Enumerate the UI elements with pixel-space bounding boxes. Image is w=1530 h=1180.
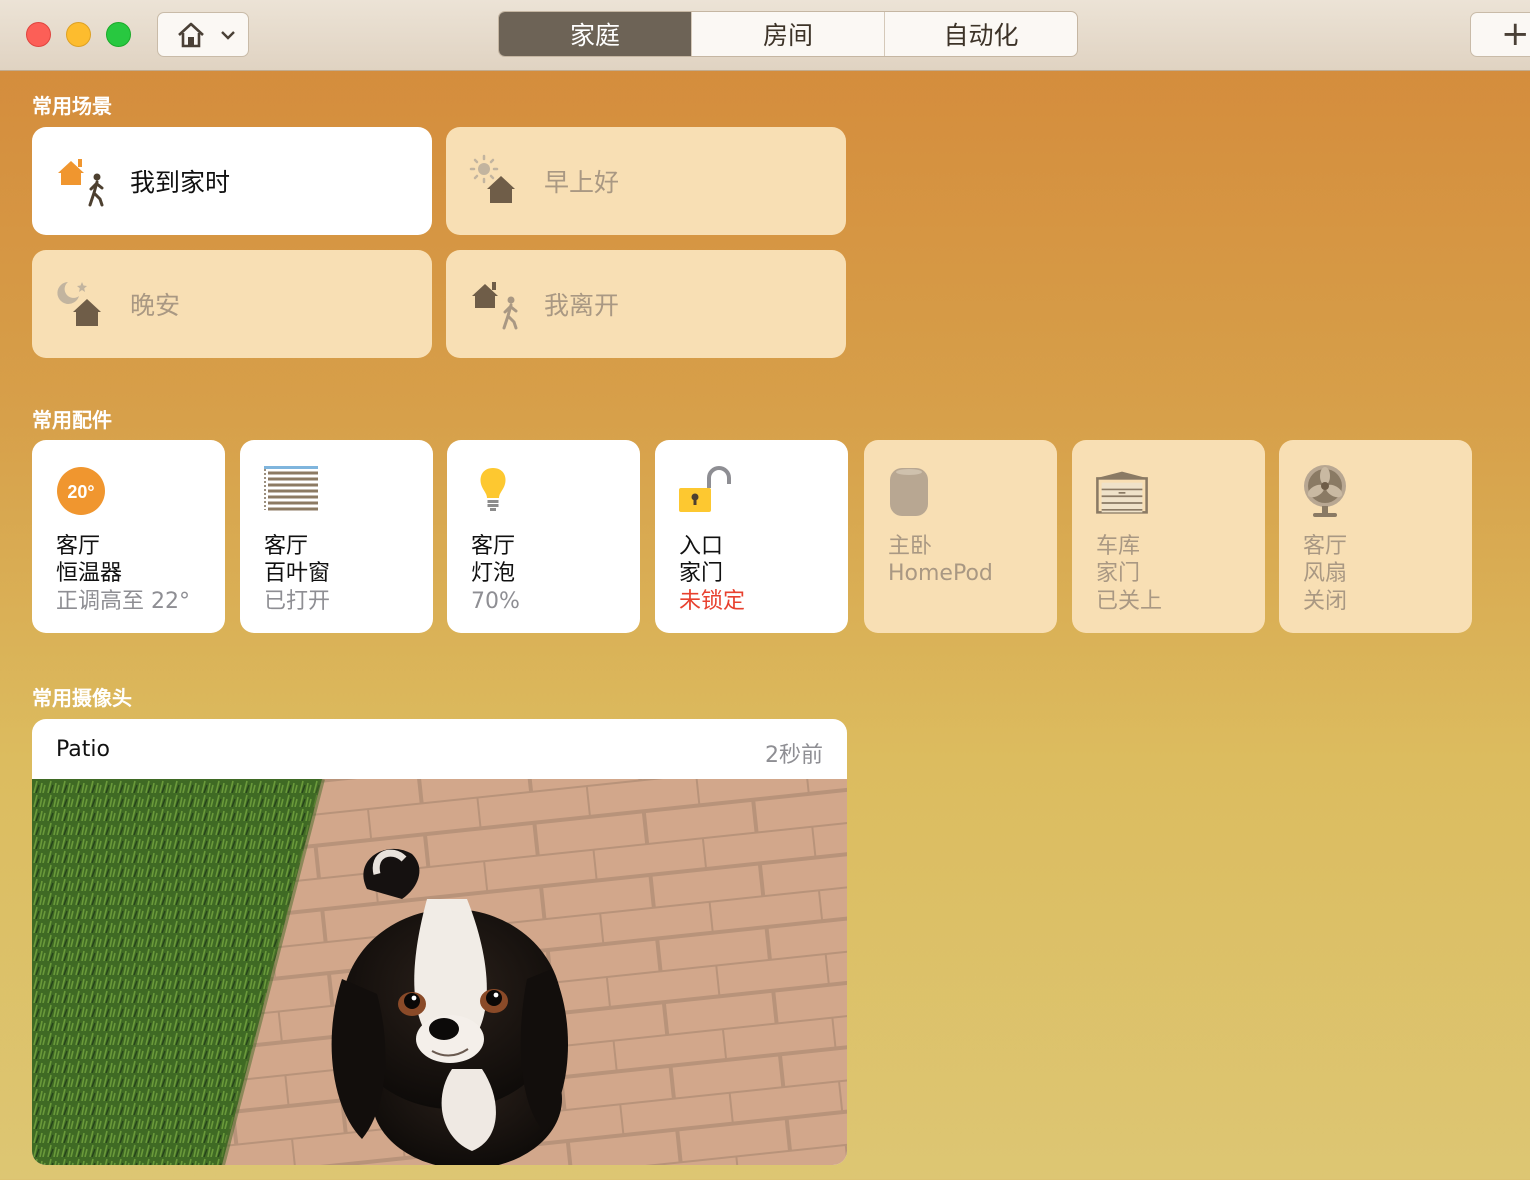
accessory-blinds[interactable]: 客厅 百叶窗 已打开 [240,440,433,633]
scenes-section-title: 常用场景 [32,94,112,118]
scene-good-morning[interactable]: 早上好 [446,127,846,235]
night-house-icon [57,282,101,326]
scene-label: 早上好 [544,168,620,197]
tab-rooms[interactable]: 房间 [692,12,885,56]
accessory-room: 车库 [1096,534,1141,559]
fan-icon [1304,465,1346,517]
accessory-status: 已打开 [264,589,331,614]
close-window-button[interactable] [26,22,51,47]
scene-label: 我到家时 [130,168,231,197]
camera-header: Patio 2秒前 [32,719,847,779]
accessory-status: 正调高至 22° [56,589,190,614]
accessory-name: 百叶窗 [264,561,331,586]
tab-home[interactable]: 家庭 [499,12,692,56]
zoom-window-button[interactable] [106,22,131,47]
window-titlebar: 家庭 房间 自动化 + [0,0,1530,71]
morning-house-icon [469,154,515,203]
house-leave-icon [472,282,518,330]
scene-leave-home[interactable]: 我离开 [446,250,846,358]
accessory-status: 未锁定 [679,589,746,614]
accessory-name: 家门 [1096,561,1141,586]
garage-door-icon [1095,471,1149,514]
tab-automation[interactable]: 自动化 [885,12,1077,56]
accessory-thermostat[interactable]: 20° 客厅 恒温器 正调高至 22° [32,440,225,633]
accessory-status: 关闭 [1303,589,1348,614]
chevron-down-icon [221,30,235,40]
accessory-name: HomePod [888,561,993,586]
accessory-name: 恒温器 [56,561,123,586]
scene-arrive-home[interactable]: 我到家时 [32,127,432,235]
camera-timestamp: 2秒前 [765,743,823,768]
accessory-room: 客厅 [264,534,309,559]
camera-name: Patio [56,737,110,762]
unlocked-lock-icon [679,466,731,512]
camera-tile-patio[interactable]: Patio 2秒前 [32,719,847,1165]
blinds-icon [264,466,318,511]
accessory-name: 风扇 [1303,561,1348,586]
accessory-room: 客厅 [471,534,516,559]
camera-snapshot [32,779,847,1165]
accessory-room: 客厅 [56,534,101,559]
house-arrive-icon [58,159,104,207]
accessory-room: 入口 [679,534,724,559]
accessory-room: 主卧 [888,534,933,559]
view-tabs: 家庭 房间 自动化 [498,11,1078,57]
lightbulb-icon [480,468,506,511]
scene-good-night[interactable]: 晚安 [32,250,432,358]
accessory-name: 灯泡 [471,561,516,586]
accessory-lightbulb[interactable]: 客厅 灯泡 70% [447,440,640,633]
home-menu-button[interactable] [157,12,249,57]
house-icon [178,22,204,47]
add-button[interactable]: + [1470,12,1530,57]
thermostat-icon: 20° [57,467,105,515]
accessory-homepod[interactable]: 主卧 HomePod [864,440,1057,633]
accessory-status: 已关上 [1096,589,1163,614]
accessory-status: 70% [471,589,520,614]
accessory-room: 客厅 [1303,534,1348,559]
cameras-section-title: 常用摄像头 [32,686,132,710]
scene-label: 我离开 [544,291,620,320]
accessories-section-title: 常用配件 [32,408,112,432]
accessory-front-door-lock[interactable]: 入口 家门 未锁定 [655,440,848,633]
homepod-icon [890,468,928,516]
scene-label: 晚安 [130,291,181,320]
minimize-window-button[interactable] [66,22,91,47]
accessory-garage-door[interactable]: 车库 家门 已关上 [1072,440,1265,633]
accessory-fan[interactable]: 客厅 风扇 关闭 [1279,440,1472,633]
accessory-name: 家门 [679,561,724,586]
thermostat-badge: 20° [67,482,94,502]
